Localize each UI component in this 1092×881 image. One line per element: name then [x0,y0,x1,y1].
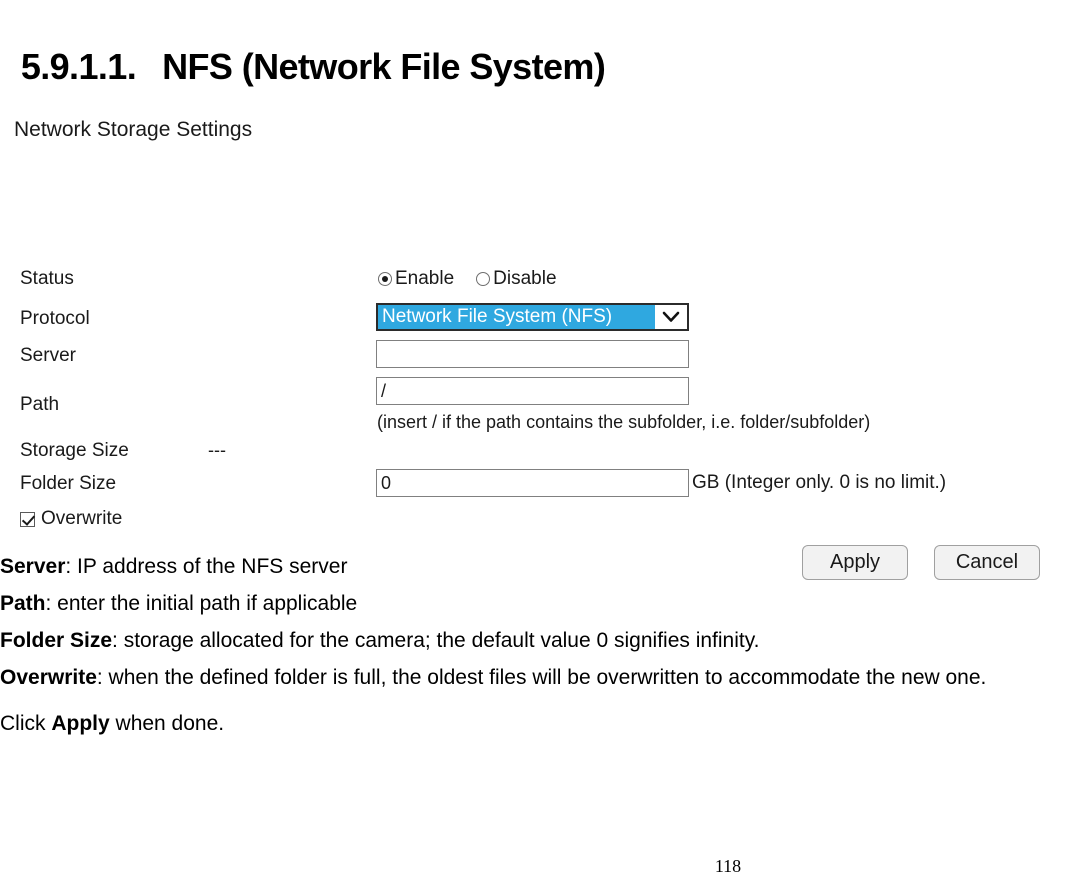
chevron-down-icon[interactable] [655,305,687,329]
note-overwrite-term: Overwrite [0,666,97,689]
note-path: Path: enter the initial path if applicab… [0,585,1092,622]
field-descriptions: Server: IP address of the NFS server Pat… [0,548,1092,696]
label-folder-size: Folder Size [20,473,117,494]
folder-size-suffix: GB (Integer only. 0 is no limit.) [692,472,947,493]
note-path-text: : enter the initial path if applicable [45,592,358,615]
panel-heading: Network Storage Settings [14,118,253,141]
protocol-select-value: Network File System (NFS) [378,305,655,329]
overwrite-label: Overwrite [41,508,123,529]
label-path: Path [20,394,60,415]
label-protocol: Protocol [20,308,90,329]
label-storage-size: Storage Size [20,440,129,461]
page-number: 118 [714,856,742,876]
closing-instruction: Click Apply when done. [0,712,224,736]
storage-size-value: --- [208,440,226,460]
note-overwrite-text: : when the defined folder is full, the o… [96,666,987,689]
page-title-text: NFS (Network File System) [162,46,606,87]
path-hint: (insert / if the path contains the subfo… [377,412,871,432]
page-title: 5.9.1.1. NFS (Network File System) [2,4,606,88]
page-title-number: 5.9.1.1. [20,46,137,87]
server-input[interactable] [376,340,689,368]
radio-enable-label: Enable [395,268,455,289]
radio-enable-icon[interactable] [378,272,392,286]
note-server-text: : IP address of the NFS server [65,555,348,578]
path-input[interactable] [376,377,689,405]
note-folder-size: Folder Size: storage allocated for the c… [0,622,1092,659]
protocol-select[interactable]: Network File System (NFS) [376,303,689,331]
radio-option-enable[interactable]: Enable [378,268,454,290]
label-status: Status [20,268,74,289]
closing-suffix: when done. [109,712,225,735]
overwrite-checkbox-row[interactable]: Overwrite [20,508,122,530]
note-path-term: Path [0,592,46,615]
closing-prefix: Click [0,712,52,735]
radio-disable-icon[interactable] [476,272,491,286]
closing-bold: Apply [51,712,110,735]
note-overwrite: Overwrite: when the defined folder is fu… [0,659,1092,696]
network-storage-settings-panel: Network Storage Settings Status Protocol… [0,110,1092,580]
note-folder-size-term: Folder Size [0,629,113,652]
status-radio-group: Enable Disable [378,268,557,290]
label-server: Server [20,345,76,366]
radio-disable-label: Disable [493,268,557,289]
note-server-term: Server [0,555,66,578]
note-folder-size-text: : storage allocated for the camera; the … [112,629,760,652]
radio-option-disable[interactable]: Disable [476,268,557,290]
folder-size-input[interactable] [376,469,689,497]
checkbox-overwrite-icon[interactable] [20,511,35,527]
note-server: Server: IP address of the NFS server [0,548,1092,585]
